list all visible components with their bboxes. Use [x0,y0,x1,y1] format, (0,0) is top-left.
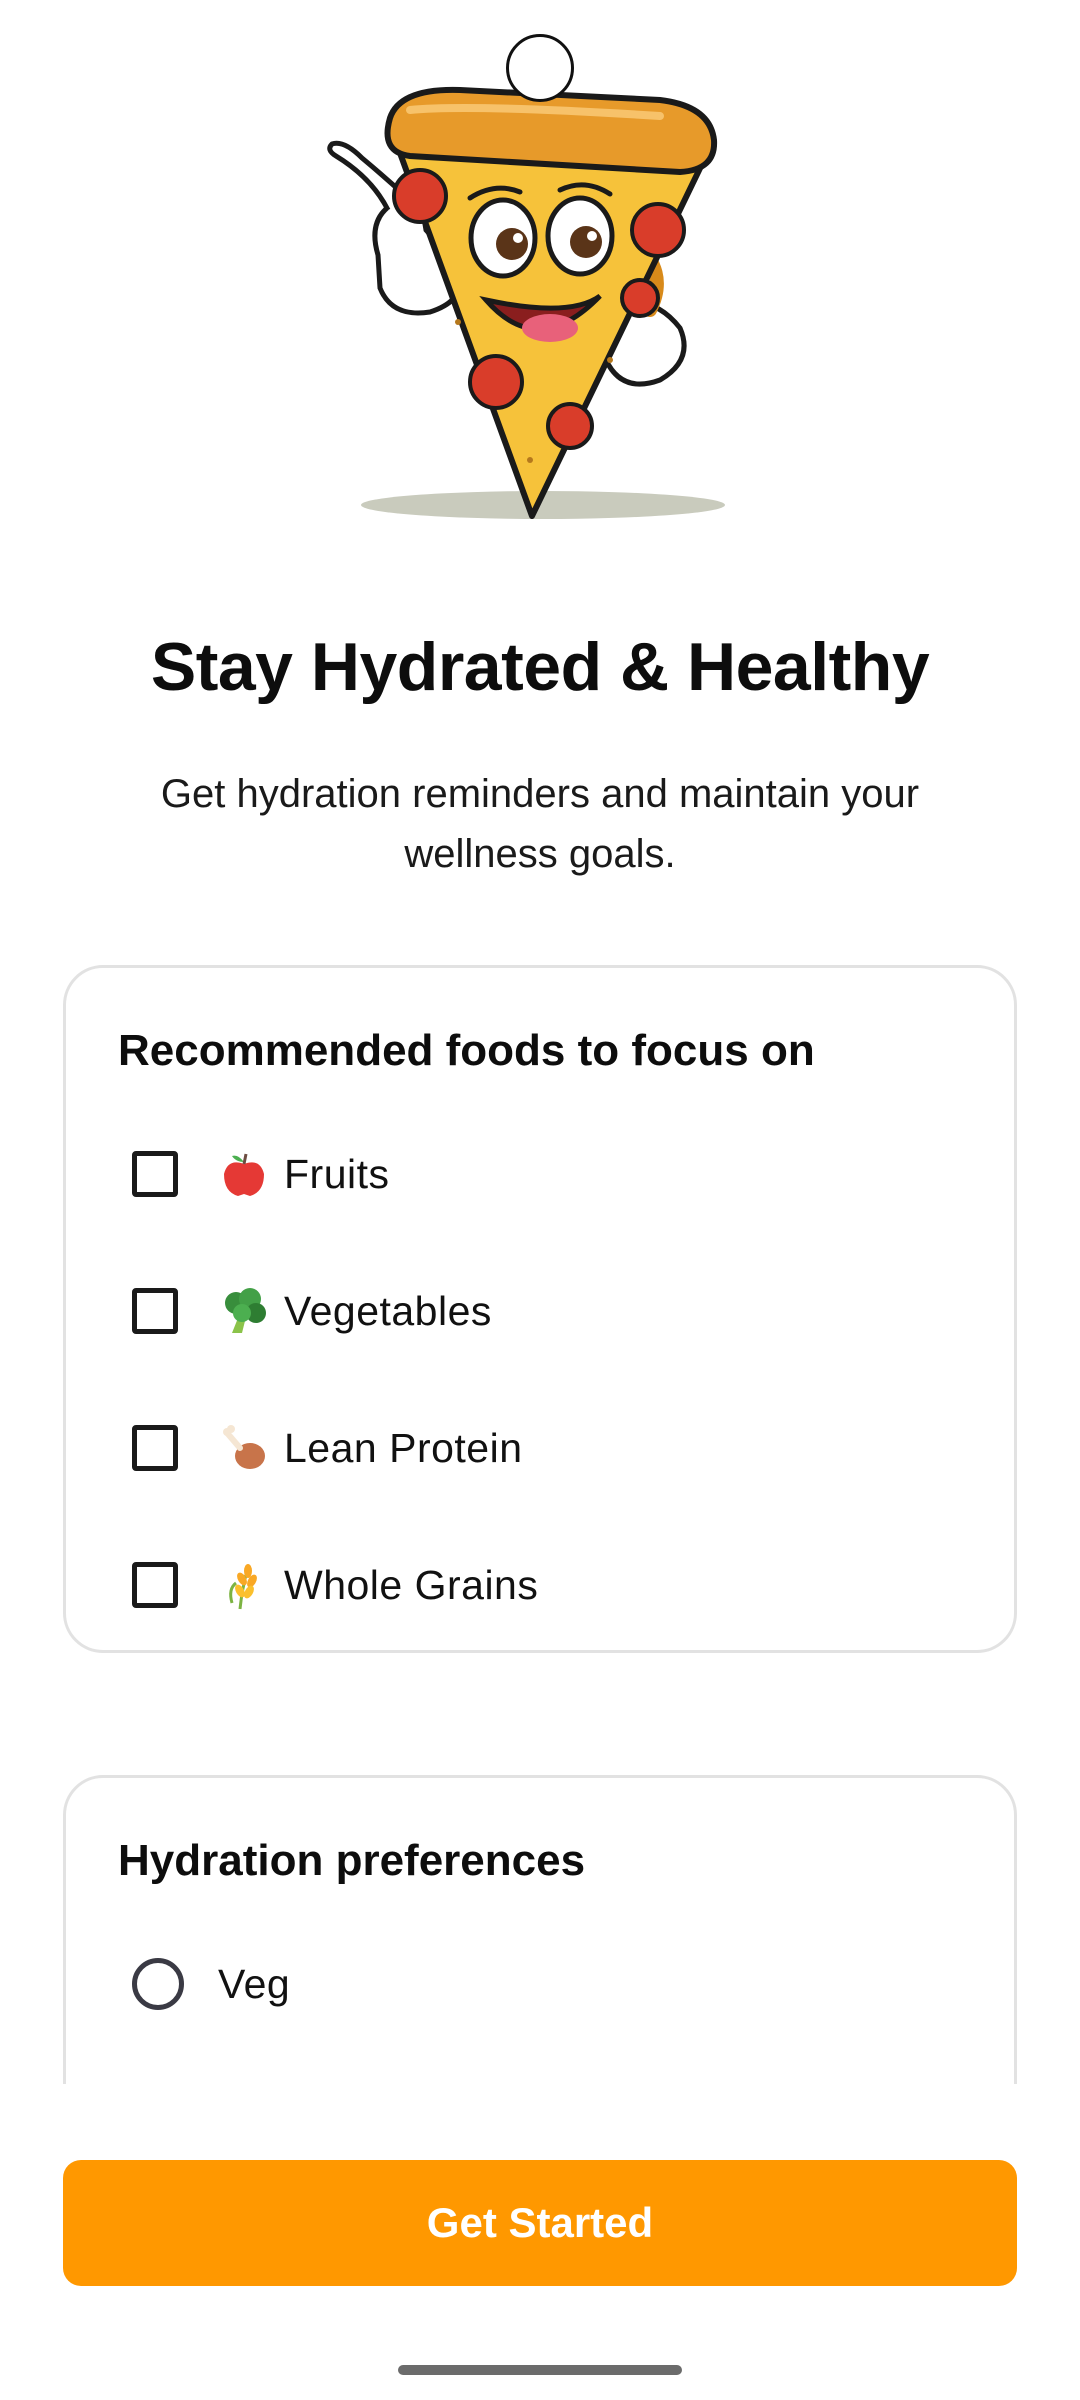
broccoli-icon [225,1288,266,1333]
recommended-foods-card: Recommended foods to focus on Fruits Veg… [63,965,1017,1653]
hydration-option-label: Veg [218,1960,291,2007]
food-option-label: Vegetables [284,1287,492,1334]
food-option-vegetables[interactable]: Vegetables [132,1271,492,1351]
food-option-label: Whole Grains [284,1561,539,1608]
onboarding-screen: Stay Hydrated & Healthy Get hydration re… [0,0,1080,2400]
poultry-leg-icon [223,1425,265,1469]
pizza-slice-mascot-icon [327,86,725,519]
food-option-fruits[interactable]: Fruits [132,1134,390,1214]
food-option-lean-protein[interactable]: Lean Protein [132,1408,523,1488]
page-subtitle: Get hydration reminders and maintain you… [160,772,920,876]
home-indicator[interactable] [398,2365,682,2375]
food-option-label: Lean Protein [284,1424,523,1471]
camera-cutout [506,34,574,102]
vegetables-checkbox[interactable] [132,1288,178,1334]
recommended-foods-title: Recommended foods to focus on [118,1026,815,1075]
whole-grains-checkbox[interactable] [132,1562,178,1608]
lean-protein-checkbox[interactable] [132,1425,178,1471]
apple-icon [224,1153,264,1196]
preferences-scroll-area[interactable]: Recommended foods to focus on Fruits Veg… [0,940,1080,2084]
hydration-option-veg[interactable]: Veg [132,1944,290,2024]
food-option-whole-grains[interactable]: Whole Grains [132,1545,538,1625]
hydration-preferences-title: Hydration preferences [118,1836,586,1885]
wheat-icon [229,1564,257,1610]
page-title: Stay Hydrated & Healthy [150,629,930,705]
food-option-label: Fruits [284,1150,390,1197]
fruits-checkbox[interactable] [132,1151,178,1197]
hydration-preferences-card: Hydration preferences Veg [63,1775,1017,2084]
get-started-button[interactable]: Get Started [63,2160,1017,2286]
veg-radio[interactable] [132,1958,184,2010]
